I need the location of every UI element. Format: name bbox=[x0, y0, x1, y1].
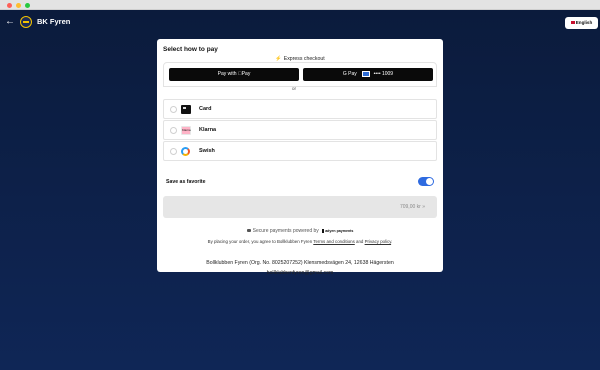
brand-name: BK Fyren bbox=[37, 17, 71, 26]
page: ← BK Fyren English Select how to pay ⚡ Ex… bbox=[0, 10, 600, 370]
close-window-icon[interactable] bbox=[7, 3, 12, 8]
window-titlebar bbox=[0, 0, 600, 10]
apple-pay-label: Pay with Pay bbox=[218, 71, 251, 77]
card-thumbnail-icon bbox=[362, 70, 371, 77]
language-label: English bbox=[575, 20, 593, 25]
secure-text: Secure payments powered by bbox=[252, 228, 319, 234]
save-favorite-toggle[interactable] bbox=[418, 177, 434, 186]
maximize-window-icon[interactable] bbox=[25, 3, 30, 8]
payment-method-klarna[interactable]: Klarna Klarna bbox=[163, 120, 437, 140]
klarna-icon: Klarna bbox=[181, 126, 191, 135]
lock-icon bbox=[246, 229, 251, 233]
radio-button[interactable] bbox=[170, 148, 177, 155]
club-logo-icon bbox=[20, 16, 32, 28]
payment-method-card[interactable]: Card bbox=[163, 99, 437, 119]
apple-pay-button[interactable]: Pay with Pay bbox=[169, 68, 299, 81]
google-pay-card-number: •••• 1009 bbox=[373, 71, 394, 77]
express-wallets: Pay with Pay G Pay •••• 1009 bbox=[163, 62, 437, 87]
top-bar: ← BK Fyren English bbox=[0, 10, 600, 36]
adyen-logo: adyen payments bbox=[322, 228, 353, 233]
secure-payments-note: Secure payments powered by adyen payment… bbox=[157, 228, 443, 234]
save-favorite-label: Save as favorite bbox=[166, 179, 206, 185]
terms-and: and bbox=[356, 239, 364, 244]
payment-methods: Card Klarna Klarna Swish bbox=[163, 99, 437, 162]
terms-link[interactable]: Terms and conditions bbox=[313, 239, 355, 244]
terms-notice: By placing your order, you agree to Boll… bbox=[207, 239, 393, 244]
minimize-window-icon[interactable] bbox=[16, 3, 21, 8]
or-divider: or bbox=[288, 87, 300, 92]
privacy-link[interactable]: Privacy policy bbox=[365, 239, 392, 244]
pay-amount: 709,00 kr » bbox=[399, 204, 425, 210]
pay-button[interactable]: 709,00 kr » bbox=[163, 196, 437, 218]
payment-method-label: Swish bbox=[199, 148, 215, 154]
language-button[interactable]: English bbox=[565, 17, 598, 29]
payment-method-label: Klarna bbox=[199, 127, 217, 133]
payment-card: Select how to pay ⚡ Express checkout Pay … bbox=[157, 39, 443, 276]
google-pay-button[interactable]: G Pay •••• 1009 bbox=[303, 68, 433, 81]
contact-email[interactable]: bollklubbenfyren@gmail.com bbox=[157, 270, 443, 276]
flag-icon bbox=[570, 21, 575, 25]
payment-method-label: Card bbox=[199, 106, 212, 112]
radio-button[interactable] bbox=[170, 127, 177, 134]
terms-prefix: By placing your order, you agree to Boll… bbox=[207, 239, 313, 244]
radio-button[interactable] bbox=[170, 106, 177, 113]
swish-icon bbox=[181, 147, 190, 156]
organization-info: Bollklubben Fyren (Org. No. 8025207252) … bbox=[206, 260, 394, 266]
page-title: Select how to pay bbox=[163, 46, 218, 53]
back-arrow-icon[interactable]: ← bbox=[5, 17, 15, 27]
google-pay-label: G Pay bbox=[342, 71, 357, 77]
card-icon bbox=[181, 105, 191, 114]
payment-method-swish[interactable]: Swish bbox=[163, 141, 437, 161]
